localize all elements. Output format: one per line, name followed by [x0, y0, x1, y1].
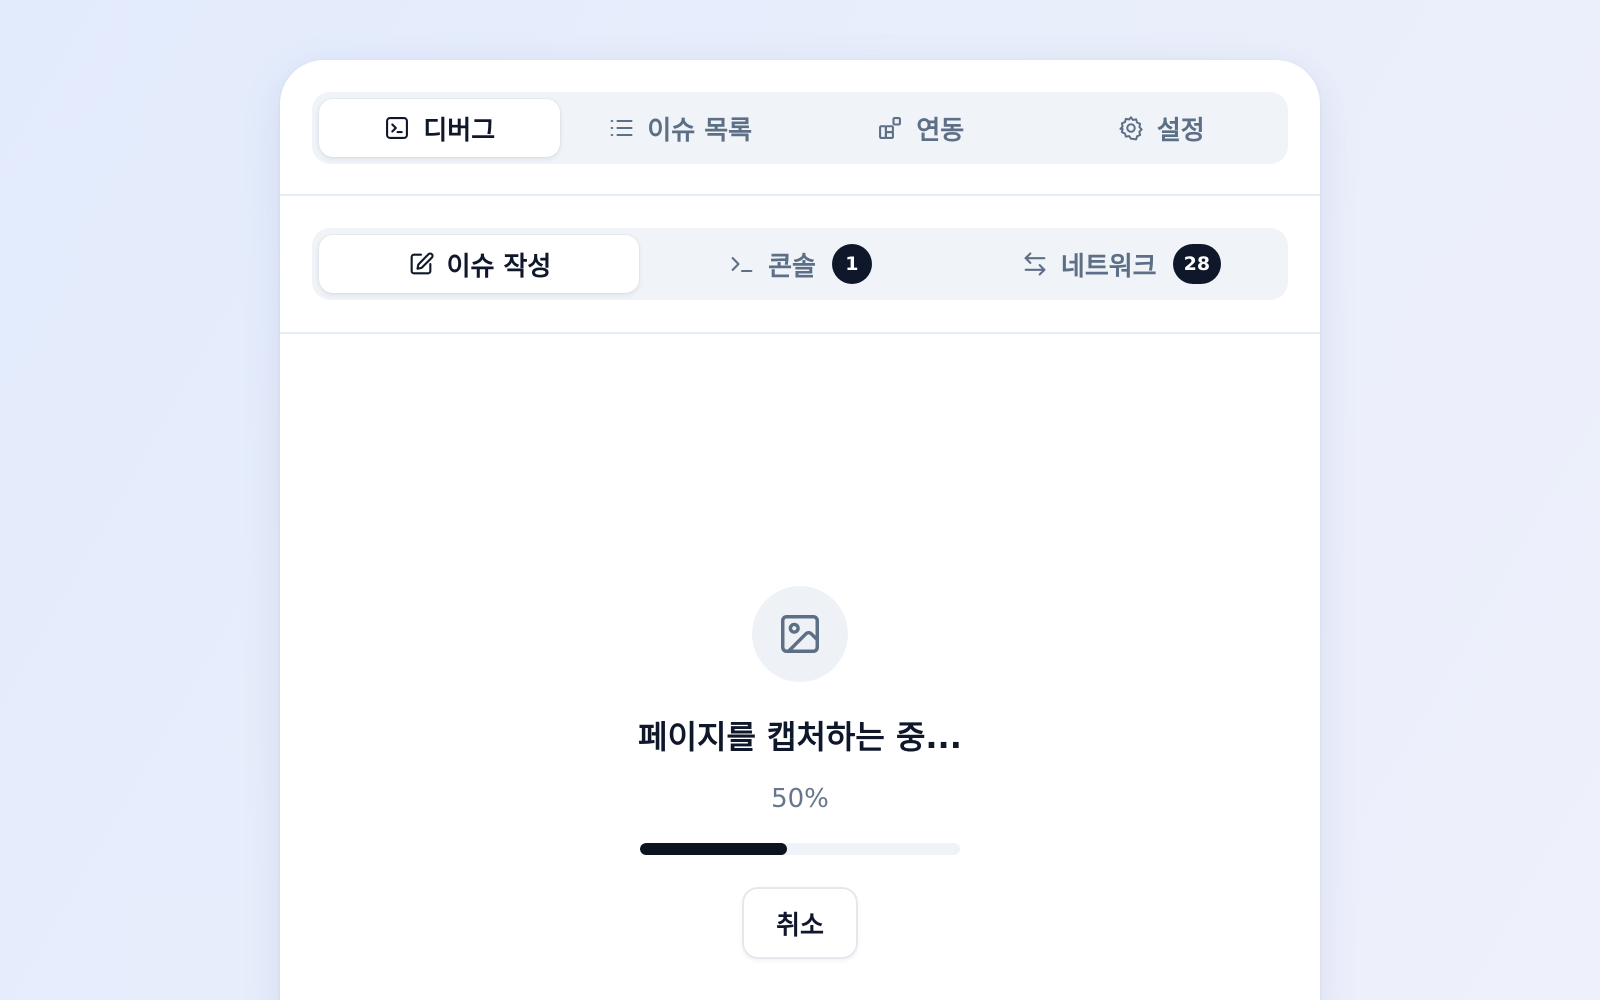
image-icon [781, 615, 819, 653]
edit-icon [407, 250, 435, 278]
capture-image-badge [752, 586, 848, 682]
main-tab-section: 디버그 이슈 목록 연동 설정 [280, 60, 1320, 196]
sub-tab-section: 이슈 작성 콘솔 1 네트워크 28 [280, 196, 1320, 334]
capture-status-title: 페이지를 캡처하는 중... [638, 718, 962, 756]
cancel-button[interactable]: 취소 [742, 887, 858, 959]
list-icon [607, 114, 635, 142]
tab-debug-label: 디버그 [423, 115, 496, 146]
tab-network-label: 네트워크 [1060, 251, 1157, 282]
capture-progress-fill [640, 843, 788, 855]
console-count-badge: 1 [831, 244, 872, 284]
blocks-icon [876, 114, 904, 142]
arrows-exchange-icon [1021, 250, 1049, 278]
console-icon [728, 250, 756, 278]
tab-console[interactable]: 콘솔 1 [639, 235, 961, 293]
capture-percent-text: 50% [771, 784, 829, 814]
tab-settings[interactable]: 설정 [1041, 99, 1282, 157]
network-count-badge: 28 [1172, 244, 1222, 284]
terminal-square-icon [383, 114, 411, 142]
capture-progress-bar [640, 843, 960, 855]
capture-progress-area: 페이지를 캡처하는 중... 50% 취소 [280, 336, 1320, 1000]
tab-network[interactable]: 네트워크 28 [961, 235, 1281, 293]
main-tabbar: 디버그 이슈 목록 연동 설정 [312, 92, 1288, 164]
tab-issue-list-label: 이슈 목록 [647, 115, 753, 146]
tab-integration-label: 연동 [916, 115, 965, 146]
app-background: 디버그 이슈 목록 연동 설정 이슈 작성 콘솔 1 네트워크 28 페이지를 … [0, 0, 1600, 1000]
tab-create-issue-label: 이슈 작성 [446, 251, 552, 282]
tab-console-label: 콘솔 [768, 251, 816, 282]
tab-settings-label: 설정 [1156, 115, 1205, 146]
gear-icon [1117, 114, 1145, 142]
tab-debug[interactable]: 디버그 [319, 99, 560, 157]
tab-issue-list[interactable]: 이슈 목록 [560, 99, 801, 157]
debug-panel: 디버그 이슈 목록 연동 설정 이슈 작성 콘솔 1 네트워크 28 페이지를 … [280, 60, 1320, 1000]
sub-tabbar: 이슈 작성 콘솔 1 네트워크 28 [312, 228, 1288, 300]
tab-integration[interactable]: 연동 [800, 99, 1041, 157]
tab-create-issue[interactable]: 이슈 작성 [319, 235, 639, 293]
